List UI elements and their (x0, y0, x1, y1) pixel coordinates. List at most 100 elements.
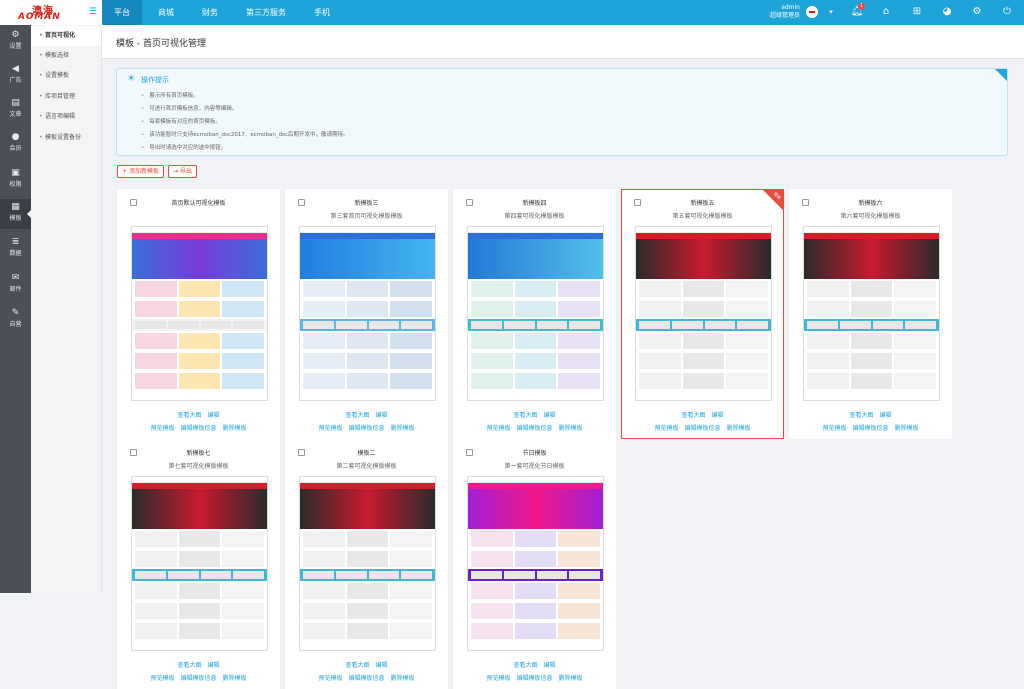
sidebar-item-label: 广告 (9, 77, 22, 84)
preview-link[interactable]: 预览模板 (486, 675, 510, 682)
template-card[interactable]: 模板二 第二套可视化模版模板 查看大图 编辑 预览模板 编辑模板信息 删除模板 (285, 439, 448, 689)
delete-link[interactable]: 删除模板 (223, 425, 247, 432)
template-thumbnail[interactable] (467, 226, 604, 401)
template-thumbnail[interactable] (131, 226, 268, 401)
subnav-item-template-select[interactable]: 模板选择 (31, 46, 101, 66)
subnav-item-home-visual[interactable]: 首页可视化 (31, 26, 101, 46)
tips-title: 操作提示 (141, 76, 169, 84)
sidebar-item-data[interactable]: ≣ 数据 (0, 234, 31, 264)
preview-link[interactable]: 预览模板 (654, 425, 678, 432)
edit-link[interactable]: 编辑 (208, 412, 220, 419)
collapse-toggle[interactable] (995, 69, 1007, 81)
brand-logo[interactable]: 澳海 AOMAN ☰ (0, 0, 102, 25)
edit-link[interactable]: 编辑 (712, 412, 724, 419)
menu-toggle-icon[interactable]: ☰ (89, 8, 99, 17)
sidebar-item-members[interactable]: ● 会员 (0, 129, 31, 159)
preview-link[interactable]: 预览模板 (318, 425, 342, 432)
sitemap-icon[interactable]: ⊞ (910, 6, 924, 18)
preview-link[interactable]: 预览模板 (822, 425, 846, 432)
template-card[interactable]: 新模板三 第三套首页可视化模版模板 查看大图 编辑 预览模板 编辑模板信息 删除模板 (285, 189, 448, 439)
edit-link[interactable]: 编辑 (880, 412, 892, 419)
sidebar-item-self-operated[interactable]: ✎ 自营 (0, 305, 31, 335)
gear-icon[interactable]: ⚙ (970, 6, 984, 18)
home-icon[interactable]: ⌂ (879, 6, 893, 18)
edit-info-link[interactable]: 编辑模板信息 (180, 425, 216, 432)
subnav-item-backup[interactable]: 模板设置备份 (31, 128, 101, 148)
preview-link[interactable]: 预览模板 (486, 425, 510, 432)
thumb-row (468, 351, 603, 371)
subnav-item-language[interactable]: 语言项编辑 (31, 107, 101, 127)
edit-info-link[interactable]: 编辑模板信息 (852, 425, 888, 432)
view-large-link[interactable]: 查看大图 (345, 412, 369, 419)
thumb-row (636, 331, 771, 351)
edit-link[interactable]: 编辑 (376, 412, 388, 419)
edit-info-link[interactable]: 编辑模板信息 (516, 675, 552, 682)
topnav-platform[interactable]: 平台 (102, 0, 142, 25)
chevron-down-icon[interactable]: ▾ (824, 6, 838, 18)
power-icon[interactable]: ⏻ (1000, 6, 1014, 18)
template-thumbnail[interactable] (299, 226, 436, 401)
view-large-link[interactable]: 查看大图 (177, 412, 201, 419)
thumb-row (132, 331, 267, 351)
template-card[interactable]: 新模板五 第五套可视化模版模板 查看大图 编辑 预览模板 编辑模板信息 删除模板 使用 (621, 189, 784, 439)
add-template-button[interactable]: + 添加新模板 (117, 165, 164, 178)
template-card[interactable]: 新模板四 第四套可视化模版模板 查看大图 编辑 预览模板 编辑模板信息 删除模板 (453, 189, 616, 439)
template-thumbnail[interactable] (803, 226, 940, 401)
edit-info-link[interactable]: 编辑模板信息 (348, 675, 384, 682)
subnav-item-template-settings[interactable]: 设置模板 (31, 66, 101, 86)
delete-link[interactable]: 删除模板 (559, 675, 583, 682)
template-name: 节日模板 (522, 450, 547, 457)
sidebar-item-permissions[interactable]: ▣ 权限 (0, 165, 31, 195)
preview-link[interactable]: 预览模板 (150, 675, 174, 682)
template-desc: 第七套可视化模版模板 (168, 463, 229, 470)
edit-info-link[interactable]: 编辑模板信息 (684, 425, 720, 432)
view-large-link[interactable]: 查看大图 (513, 412, 537, 419)
template-thumbnail[interactable] (635, 226, 772, 401)
delete-link[interactable]: 删除模板 (223, 675, 247, 682)
delete-link[interactable]: 删除模板 (559, 425, 583, 432)
topnav-thirdparty[interactable]: 第三方服务 (234, 0, 298, 25)
view-large-link[interactable]: 查看大图 (513, 662, 537, 669)
view-large-link[interactable]: 查看大图 (345, 662, 369, 669)
view-large-link[interactable]: 查看大图 (177, 662, 201, 669)
edit-info-link[interactable]: 编辑模板信息 (348, 425, 384, 432)
thumb-banner (636, 239, 771, 279)
template-card[interactable]: 节日模板 第一套可视化节日模板 查看大图 编辑 预览模板 编辑模板信息 删除模板 (453, 439, 616, 689)
template-card[interactable]: 新模板六 第六套可视化模版模板 查看大图 编辑 预览模板 编辑模板信息 删除模板 (789, 189, 952, 439)
avatar[interactable] (806, 6, 818, 18)
edit-link[interactable]: 编辑 (544, 662, 556, 669)
delete-link[interactable]: 删除模板 (895, 425, 919, 432)
edit-link[interactable]: 编辑 (208, 662, 220, 669)
sidebar-item-ads[interactable]: ◀ 广告 (0, 61, 31, 91)
edit-info-link[interactable]: 编辑模板信息 (180, 675, 216, 682)
topnav-finance[interactable]: 财务 (190, 0, 230, 25)
template-card[interactable]: 新模板七 第七套可视化模版模板 查看大图 编辑 预览模板 编辑模板信息 删除模板 (117, 439, 280, 689)
edit-link[interactable]: 编辑 (376, 662, 388, 669)
palette-icon[interactable]: ◕ (940, 6, 954, 18)
view-large-link[interactable]: 查看大图 (849, 412, 873, 419)
delete-link[interactable]: 删除模板 (391, 675, 415, 682)
export-button[interactable]: ⇥ 导出 (168, 165, 197, 178)
edit-link[interactable]: 编辑 (544, 412, 556, 419)
subnav-item-library[interactable]: 库项目管理 (31, 87, 101, 107)
view-large-link[interactable]: 查看大图 (681, 412, 705, 419)
thumb-row (132, 299, 267, 319)
preview-link[interactable]: 预览模板 (150, 425, 174, 432)
preview-link[interactable]: 预览模板 (318, 675, 342, 682)
topnav-mall[interactable]: 商城 (146, 0, 186, 25)
template-card[interactable]: 首页默认可视化模板 查看大图 编辑 预览模板 编辑模板信息 删除模板 (117, 189, 280, 439)
template-thumbnail[interactable] (131, 476, 268, 651)
user-info[interactable]: admin 超级管理员 (760, 4, 800, 20)
sidebar-item-settings[interactable]: ⚙ 设置 (0, 27, 31, 57)
sidebar-item-mail[interactable]: ✉ 邮件 (0, 270, 31, 300)
edit-info-link[interactable]: 编辑模板信息 (516, 425, 552, 432)
template-thumbnail[interactable] (467, 476, 604, 651)
delete-link[interactable]: 删除模板 (391, 425, 415, 432)
delete-link[interactable]: 删除模板 (727, 425, 751, 432)
template-desc: 第四套可视化模版模板 (504, 213, 565, 220)
sidebar-item-articles[interactable]: ▤ 文章 (0, 95, 31, 125)
topnav-mobile[interactable]: 手机 (302, 0, 342, 25)
tip-line: 该功能暂时只支持ecmoban_dsc2017、ecmoban_dsc后期开发中… (141, 130, 348, 138)
sidebar-item-templates[interactable]: ▦ 模板 (0, 199, 31, 229)
template-thumbnail[interactable] (299, 476, 436, 651)
